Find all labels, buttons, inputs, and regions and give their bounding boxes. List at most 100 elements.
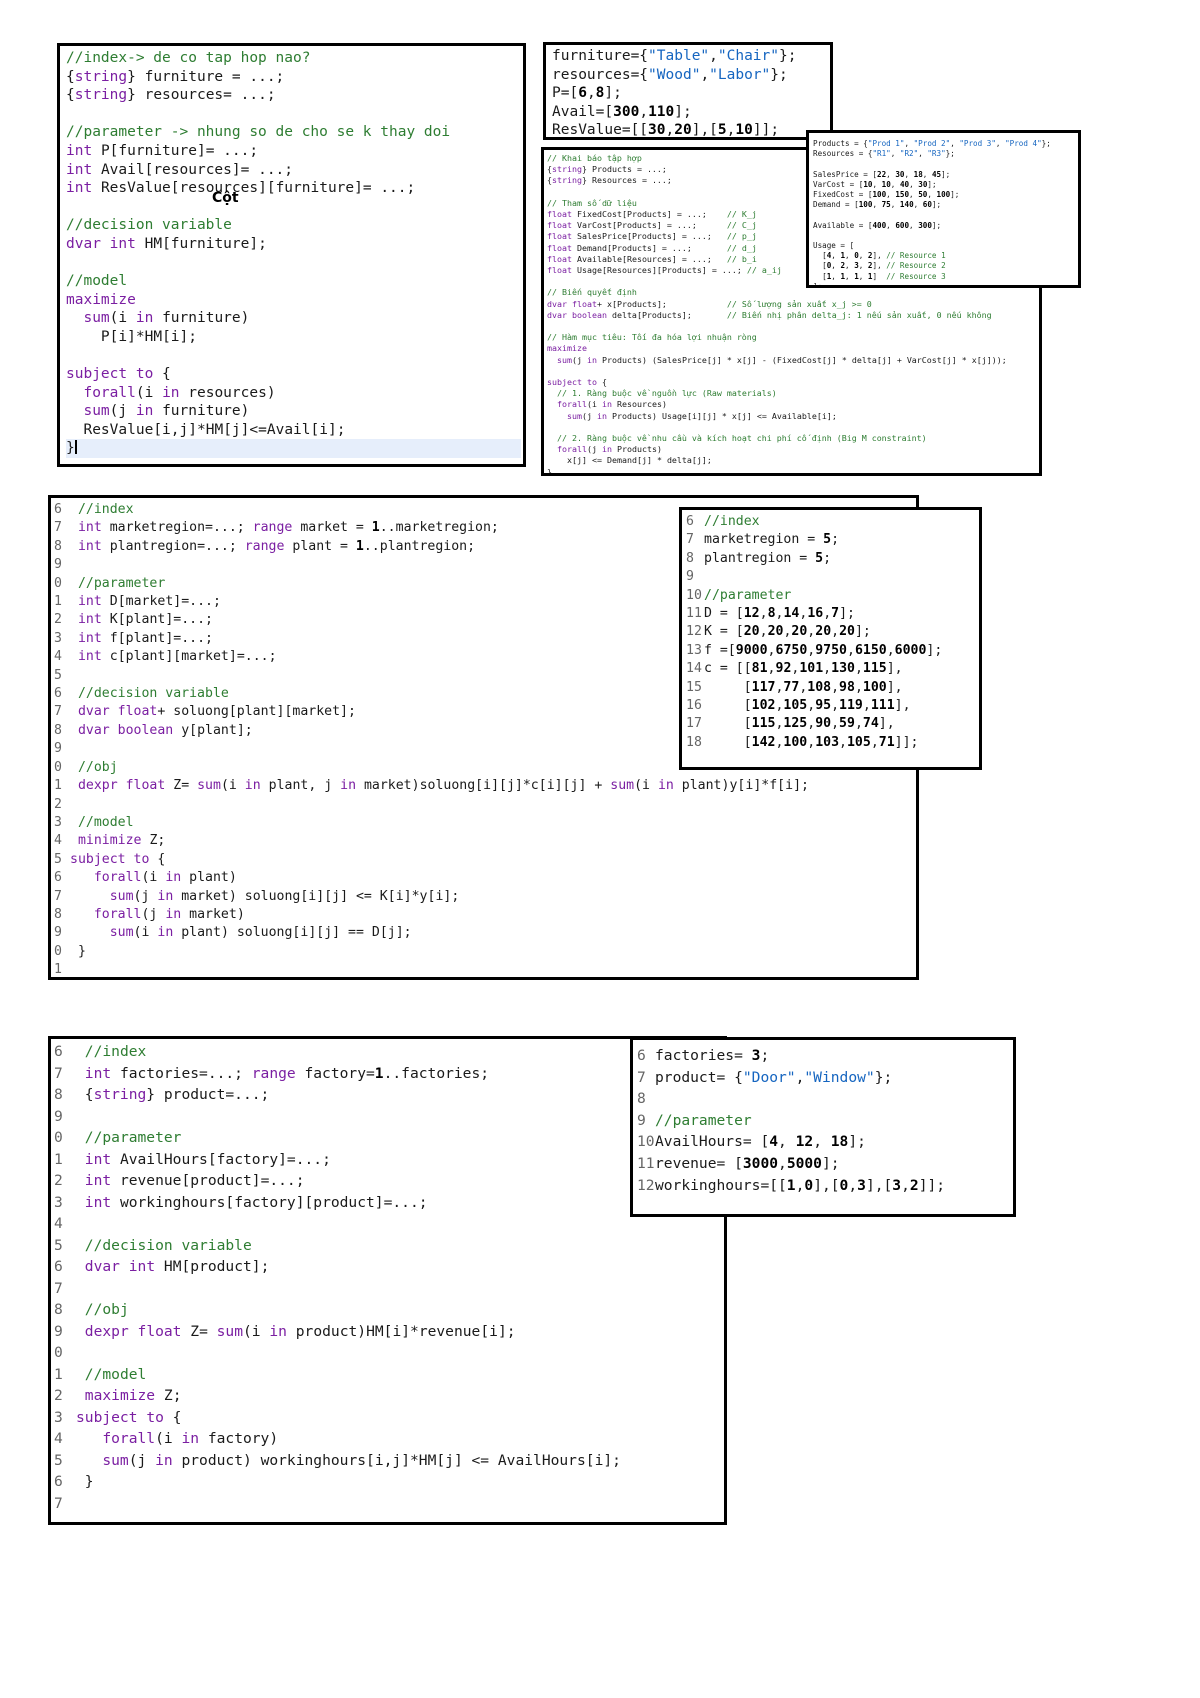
line-number: 8 — [54, 722, 62, 738]
code-line: 7 int factories=...; range factory=1..fa… — [54, 1063, 621, 1085]
code-panel-factory-data: 6 factories= 3; 7 product= {"Door","Window"… — [630, 1037, 1016, 1217]
code-line: {string} resources= ...; — [66, 86, 521, 105]
code-text: VarCost = [10, 10, 40, 30]; — [813, 179, 937, 189]
code-line: Demand = [100, 75, 140, 60]; — [813, 200, 1051, 210]
line-number: 5 — [54, 1236, 63, 1254]
code-text: maximize — [547, 343, 587, 354]
code-text: ResValue[i,j]*HM[j]<=Avail[i]; — [83, 421, 346, 438]
code-line: 9 sum(i in plant) soluong[i][j] == D[j]; — [54, 924, 809, 942]
code-text: revenue= [3000,5000]; — [655, 1154, 840, 1172]
line-number: 17 — [686, 716, 702, 732]
code-text: //parameter -> nhung so de cho se k thay… — [66, 124, 451, 141]
line-number: 11 — [686, 606, 702, 622]
annotation-label: Cột — [212, 190, 239, 206]
code-text: marketregion = 5; — [704, 532, 840, 548]
line-number: 6 — [54, 1258, 63, 1275]
code-line: 7 — [54, 1278, 621, 1300]
code-text: forall(j in market) — [93, 906, 245, 922]
code-line: resources={"Wood","Labor"}; — [552, 66, 796, 85]
line-number: 1 — [54, 594, 62, 610]
code-text: dvar float+ soluong[plant][market]; — [77, 704, 356, 720]
code-text: int marketregion=...; range market = 1..… — [77, 520, 499, 536]
code-line: 6 //index — [54, 1041, 621, 1063]
code-line: int ResValue[resources][furniture]= ...; — [66, 179, 521, 198]
code-line: sum(j in Products) Usage[i][j] * x[j] <=… — [547, 411, 1007, 422]
code-line: 13 f =[9000,6750,9750,6150,6000]; — [686, 642, 942, 660]
line-number: 8 — [54, 538, 62, 554]
code-line: 7 product= {"Door","Window"}; — [637, 1067, 945, 1089]
code-line: VarCost = [10, 10, 40, 30]; — [813, 180, 1051, 190]
code-line — [66, 347, 521, 366]
line-number: 0 — [54, 943, 62, 959]
code-line: sum(i in furniture) — [66, 309, 521, 328]
line-number: 10 — [686, 587, 702, 603]
code-text: int ResValue[resources][furniture]= ...; — [66, 180, 416, 197]
code-text: sum(j in furniture) — [83, 403, 250, 420]
code-text: //model — [66, 273, 128, 290]
code-text: // 2. Ràng buộc về nhu cầu và kích hoạt … — [557, 433, 927, 444]
line-number: 8 — [54, 1086, 63, 1103]
line-number: 4 — [54, 833, 62, 849]
code-line: 14 c = [[81,92,101,130,115], — [686, 660, 942, 678]
code-text: D = [12,8,14,16,7]; — [704, 606, 855, 622]
code-text: maximize Z; — [84, 1387, 182, 1404]
line-number: 0 — [54, 575, 62, 591]
code-line: subject to { — [547, 377, 1007, 388]
code-line: 7 marketregion = 5; — [686, 531, 942, 549]
code-line: 7 — [54, 1493, 621, 1515]
code-line: 8 — [637, 1088, 945, 1110]
code-line: forall(j in Products) — [547, 444, 1007, 455]
code-line: Resources = {"R1", "R2", "R3"}; — [813, 149, 1051, 159]
code-text: //model — [77, 814, 134, 830]
code-text: float FixedCost[Products] = ...; // K_j — [547, 209, 757, 220]
line-number: 4 — [54, 1215, 63, 1232]
code-line: // 2. Ràng buộc về nhu cầu và kích hoạt … — [547, 433, 1007, 444]
code-line: Avail=[300,110]; — [552, 103, 796, 122]
line-number: 7 — [54, 1064, 63, 1082]
code-text: sum(i in plant) soluong[i][j] == D[j]; — [109, 925, 412, 941]
code-line — [66, 105, 521, 124]
code-line: dvar boolean delta[Products]; // Biến nh… — [547, 310, 1007, 321]
code-line: sum(j in furniture) — [66, 402, 521, 421]
code-line: 6 } — [54, 1471, 621, 1493]
line-number: 6 — [686, 514, 694, 529]
code-text: int revenue[product]=...; — [84, 1172, 305, 1189]
code-text: } — [547, 466, 552, 476]
code-line: ResValue[i,j]*HM[j]<=Avail[i]; — [66, 421, 521, 440]
code-line: //parameter -> nhung so de cho se k thay… — [66, 123, 521, 142]
line-number: 9 — [637, 1111, 646, 1129]
code-text: minimize Z; — [77, 833, 166, 849]
code-panel-furniture-model: //index-> de co tap hop nao? {string} fur… — [57, 43, 526, 467]
code-line: 1 — [54, 961, 809, 977]
line-number: 9 — [54, 925, 62, 941]
line-number: 0 — [54, 1344, 63, 1361]
code-text: //obj — [77, 759, 118, 775]
code-block: 6 factories= 3; 7 product= {"Door","Window"… — [637, 1045, 945, 1196]
code-line: {string} furniture = ...; — [66, 68, 521, 87]
code-text: subject to { — [66, 366, 171, 383]
code-panel-plant-market-data: 6 //index 7 marketregion = 5; 8 plantregion =… — [679, 507, 982, 770]
code-text: [142,100,103,105,71]]; — [704, 734, 919, 750]
line-number: 8 — [54, 1301, 63, 1318]
code-block: furniture={"Table","Chair"}; resources={"… — [552, 47, 796, 137]
line-number: 11 — [637, 1154, 655, 1172]
code-text: float SalesPrice[Products] = ...; // p_j — [547, 231, 757, 242]
code-text: forall(i in resources) — [83, 384, 276, 401]
code-text: c = [[81,92,101,130,115], — [704, 661, 903, 677]
code-line: 8 //obj — [54, 1299, 621, 1321]
code-block: 6 //index 7 marketregion = 5; 8 plantregion =… — [686, 513, 942, 752]
code-text: // Tham số dữ liệu — [547, 197, 637, 208]
code-line: 1 //model — [54, 1364, 621, 1386]
code-line: ]; — [813, 282, 1051, 285]
code-text: int f[plant]=...; — [77, 630, 213, 646]
code-line: 3 //model — [54, 814, 809, 832]
line-number: 2 — [54, 796, 62, 812]
code-text: forall(j in Products) — [557, 444, 662, 455]
